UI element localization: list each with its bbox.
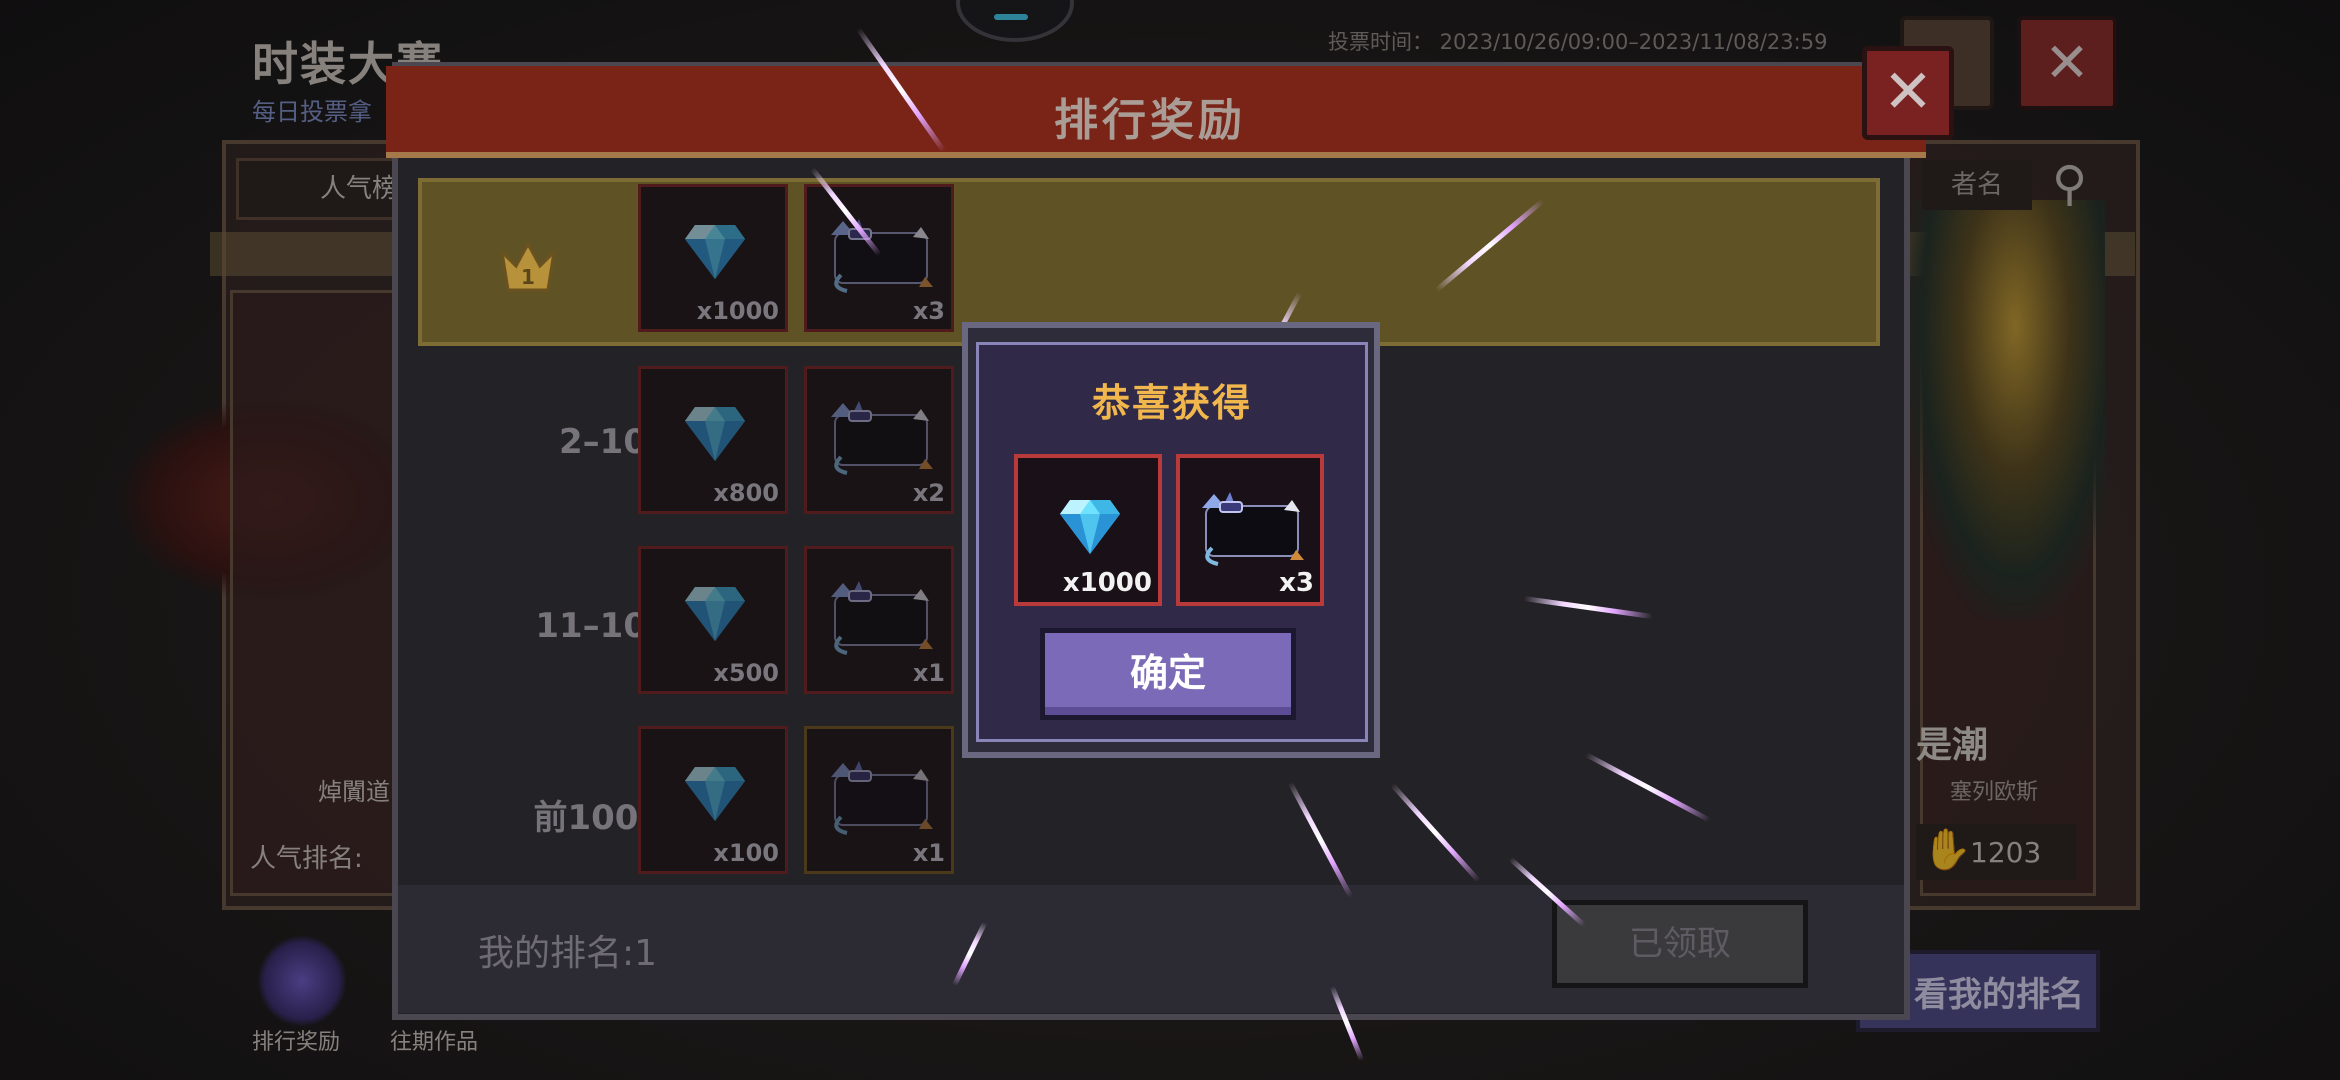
close-panel-button[interactable]: ✕ [1862, 46, 1954, 140]
pet-frame-icon [825, 577, 937, 657]
diamond-gem-icon [683, 765, 747, 823]
reward-qty: x1 [912, 659, 945, 687]
popup-title: 恭喜获得 [1091, 381, 1252, 425]
reward-qty: x2 [912, 479, 945, 507]
confirm-button[interactable]: 确定 [1040, 628, 1296, 720]
diamond-gem-icon [683, 223, 747, 281]
gem-reward-slot[interactable]: x500 [638, 546, 788, 694]
gem-reward-slot[interactable]: x100 [638, 726, 788, 874]
pet-frame-icon [825, 397, 937, 477]
pet-reward-slot[interactable]: x2 [804, 366, 954, 514]
pet-reward-slot[interactable]: x1 [804, 546, 954, 694]
popup-reward-qty: x3 [1279, 568, 1314, 598]
diamond-gem-icon [683, 585, 747, 643]
popup-reward-qty: x1000 [1062, 568, 1152, 598]
pet-frame-icon [825, 215, 937, 295]
crown-icon [498, 238, 558, 294]
reward-qty: x500 [713, 659, 779, 687]
frame-reward-slot[interactable]: x1 [804, 726, 954, 874]
my-rank-text: 我的排名:1 [478, 933, 658, 974]
gem-reward-slot[interactable]: x1000 [638, 184, 788, 332]
popup-pet-slot[interactable]: x3 [1176, 454, 1324, 606]
diamond-gem-icon [683, 405, 747, 463]
pet-frame-icon [825, 757, 937, 837]
pet-reward-slot[interactable]: x3 [804, 184, 954, 332]
gem-reward-slot[interactable]: x800 [638, 366, 788, 514]
pet-frame-icon [1196, 488, 1308, 568]
reward-qty: x1000 [696, 297, 779, 325]
claimed-button[interactable]: 已领取 [1552, 900, 1808, 988]
reward-panel-title: 排行奖励 [1054, 95, 1246, 146]
diamond-gem-icon [1058, 498, 1122, 556]
reward-qty: x3 [912, 297, 945, 325]
reward-qty: x800 [713, 479, 779, 507]
reward-qty: x100 [713, 839, 779, 867]
popup-gem-slot[interactable]: x1000 [1014, 454, 1162, 606]
reward-qty: x1 [912, 839, 945, 867]
